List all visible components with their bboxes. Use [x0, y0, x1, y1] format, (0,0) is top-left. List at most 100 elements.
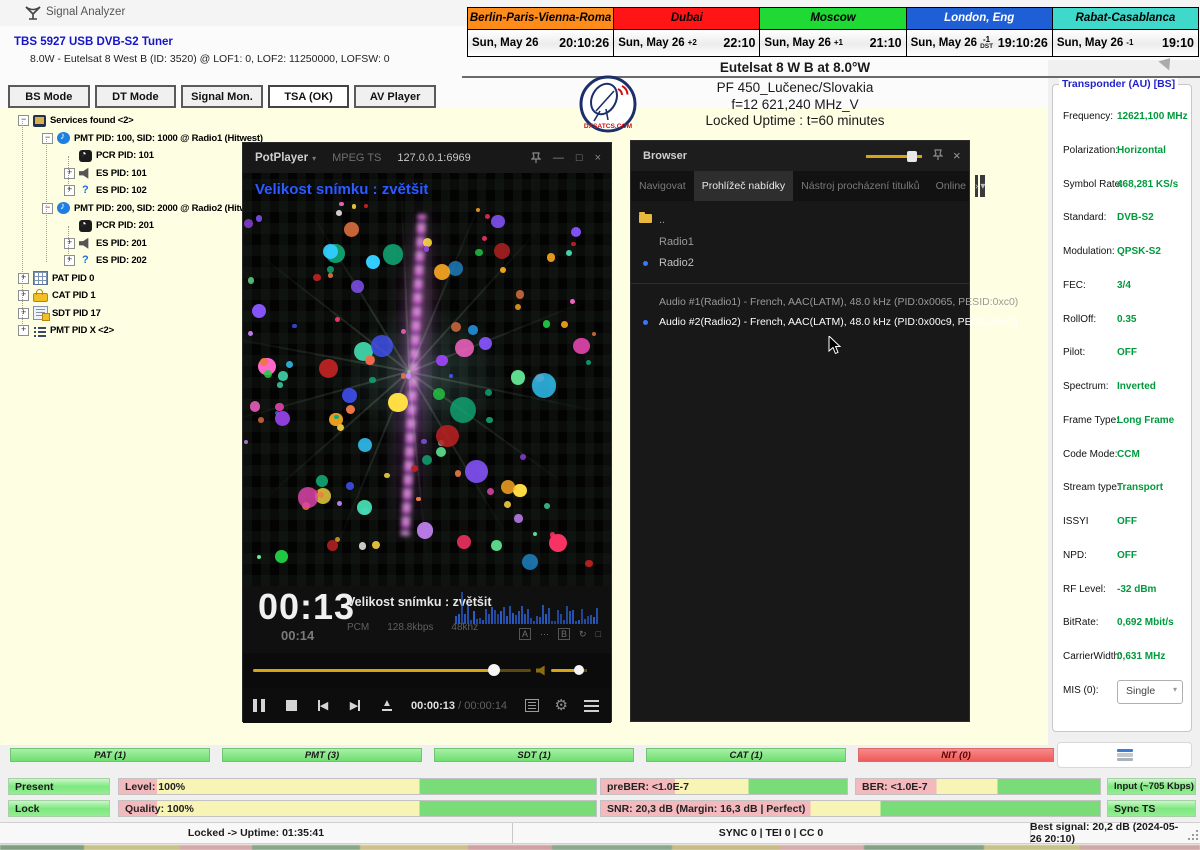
- volume-knob[interactable]: [574, 665, 584, 675]
- ab-repeat-a-button[interactable]: A: [519, 628, 531, 640]
- tab-signal-mon[interactable]: Signal Mon.: [181, 85, 263, 108]
- clock-date: Sun, May 26: [618, 37, 684, 49]
- visualization-dot: [550, 532, 555, 537]
- clock-offset: +2: [688, 39, 697, 47]
- tree-item-label: PMT PID: 100, SID: 1000 @ Radio1 (Hitwes…: [74, 133, 263, 144]
- collapse-icon[interactable]: −: [18, 115, 29, 126]
- tree-item-pmt-200[interactable]: − PMT PID: 200, SID: 2000 @ Radio2 (Hitw…: [8, 200, 240, 218]
- tree-item-cat[interactable]: + CAT PID 1: [8, 287, 240, 305]
- potplayer-menu[interactable]: PotPlayer: [255, 152, 308, 164]
- pause-button[interactable]: [243, 694, 275, 718]
- tree-item-pcr-201[interactable]: PCR PID: 201: [8, 217, 240, 235]
- browser-tabs: Navigovat Prohlížeč nabídky Nástroj proc…: [631, 171, 969, 201]
- browser-slider-knob[interactable]: [907, 151, 917, 162]
- resize-grip[interactable]: [1188, 830, 1198, 840]
- expand-icon[interactable]: □: [596, 629, 601, 639]
- clock-offset: +1: [834, 39, 843, 47]
- clock-time: 20:10:26: [559, 36, 609, 50]
- stop-button[interactable]: [275, 694, 307, 718]
- tree-item-es-202[interactable]: + ES PID: 202: [8, 252, 240, 270]
- list-item-radio2[interactable]: Radio2: [631, 254, 969, 272]
- ab-repeat-b-button[interactable]: B: [558, 628, 570, 640]
- audio-track-2[interactable]: Audio #2(Radio2) - French, AAC(LATM), 48…: [631, 313, 969, 331]
- next-button[interactable]: ▶: [339, 694, 371, 718]
- tab-bs-mode[interactable]: BS Mode: [8, 85, 90, 108]
- expand-icon[interactable]: +: [64, 255, 75, 266]
- visualization-dot: [278, 371, 288, 381]
- maximize-icon[interactable]: □: [576, 152, 583, 164]
- tree-item-services[interactable]: − Services found <2>: [8, 112, 240, 130]
- minimize-icon[interactable]: —: [553, 152, 564, 164]
- visualization-dot: [511, 370, 526, 385]
- status-bar: Locked -> Uptime: 01:35:41 SYNC 0 | TEI …: [0, 822, 1200, 844]
- codec-label: PCM: [347, 622, 369, 633]
- tab-dropdown-icon[interactable]: ▾: [980, 175, 985, 197]
- mis-label: MIS (0):: [1063, 685, 1099, 696]
- tree-item-pcr-101[interactable]: PCR PID: 101: [8, 147, 240, 165]
- tree-item-pat[interactable]: + PAT PID 0: [8, 270, 240, 288]
- expand-icon[interactable]: +: [64, 185, 75, 196]
- menu-icon[interactable]: [584, 705, 599, 707]
- expand-icon[interactable]: +: [64, 238, 75, 249]
- visualization-dot: [448, 261, 463, 276]
- potplayer-titlebar[interactable]: PotPlayer ▾ MPEG TS 127.0.0.1:6969 — □ ×: [243, 143, 611, 173]
- elapsed-time: 00:13: [258, 586, 355, 628]
- eject-button[interactable]: ▲: [371, 694, 403, 718]
- volume-icon[interactable]: [536, 665, 548, 676]
- tab-dt-mode[interactable]: DT Mode: [95, 85, 177, 108]
- tab-av-player[interactable]: AV Player: [354, 85, 436, 108]
- visualization-dot: [313, 274, 320, 281]
- video-area[interactable]: Velikost snímku : zvětšit: [243, 173, 611, 586]
- tree-item-es-101[interactable]: + ES PID: 101: [8, 165, 240, 183]
- expand-icon[interactable]: +: [18, 308, 29, 319]
- pin-icon[interactable]: [531, 152, 541, 164]
- list-item-radio1[interactable]: Radio1: [631, 233, 969, 251]
- music-icon: [57, 202, 70, 214]
- repeat-icon[interactable]: ↻: [579, 629, 587, 640]
- visualization-dot: [275, 411, 290, 426]
- tab-online[interactable]: Online: [928, 171, 974, 201]
- clock-date: Sun, May 26: [911, 37, 977, 49]
- tab-nastroj-titulku[interactable]: Nástroj procházení titulků: [793, 171, 927, 201]
- visualization-dot: [371, 335, 392, 356]
- browser-titlebar[interactable]: Browser ×: [631, 141, 969, 171]
- tab-scroll-right-icon[interactable]: ›: [975, 175, 978, 197]
- mis-dropdown[interactable]: Single ▾: [1117, 680, 1183, 704]
- collapse-icon[interactable]: −: [42, 203, 53, 214]
- pin-icon[interactable]: [933, 149, 943, 161]
- quality-gauge: Quality: 100%: [118, 800, 597, 817]
- visualization-dot: [298, 487, 318, 507]
- expand-icon[interactable]: +: [18, 290, 29, 301]
- tree-item-es-102[interactable]: + ES PID: 102: [8, 182, 240, 200]
- mode-tabs: BS Mode DT Mode Signal Mon. TSA (OK) AV …: [8, 85, 436, 108]
- list-item-label: Radio2: [659, 257, 694, 269]
- expand-icon[interactable]: +: [18, 325, 29, 336]
- stream-server-button[interactable]: [1057, 742, 1192, 768]
- close-icon[interactable]: ×: [595, 152, 601, 164]
- tree-item-pmt-100[interactable]: − PMT PID: 100, SID: 1000 @ Radio1 (Hitw…: [8, 130, 240, 148]
- clock-city: Moscow: [760, 8, 905, 30]
- visualization-dot: [514, 514, 522, 522]
- visualization-dot: [566, 250, 573, 257]
- list-item-up[interactable]: ..: [631, 211, 969, 229]
- clock-time: 19:10:26: [998, 36, 1048, 50]
- window-title: Signal Analyzer: [46, 6, 125, 18]
- collapse-icon[interactable]: −: [42, 133, 53, 144]
- audio-track-1[interactable]: Audio #1(Radio1) - French, AAC(LATM), 48…: [631, 293, 969, 311]
- tab-tsa[interactable]: TSA (OK): [268, 85, 350, 108]
- seek-knob[interactable]: [488, 664, 500, 676]
- playlist-icon[interactable]: [525, 699, 539, 712]
- gear-icon[interactable]: ⚙: [555, 698, 568, 713]
- expand-icon[interactable]: +: [18, 273, 29, 284]
- psi-bar-pat: PAT (1): [10, 748, 210, 762]
- tree-item-pmt-x[interactable]: + PMT PID X <2>: [8, 322, 240, 340]
- tab-prohlizec-nabidky[interactable]: Prohlížeč nabídky: [694, 171, 793, 201]
- visualization-dot: [264, 370, 272, 378]
- tab-navigovat[interactable]: Navigovat: [631, 171, 694, 201]
- tree-item-sdt[interactable]: + SDT PID 17: [8, 305, 240, 323]
- seek-bar-filled[interactable]: [253, 669, 493, 672]
- tree-item-es-201[interactable]: + ES PID: 201: [8, 235, 240, 253]
- previous-button[interactable]: ◀: [307, 694, 339, 718]
- close-icon[interactable]: ×: [953, 148, 961, 163]
- expand-icon[interactable]: +: [64, 168, 75, 179]
